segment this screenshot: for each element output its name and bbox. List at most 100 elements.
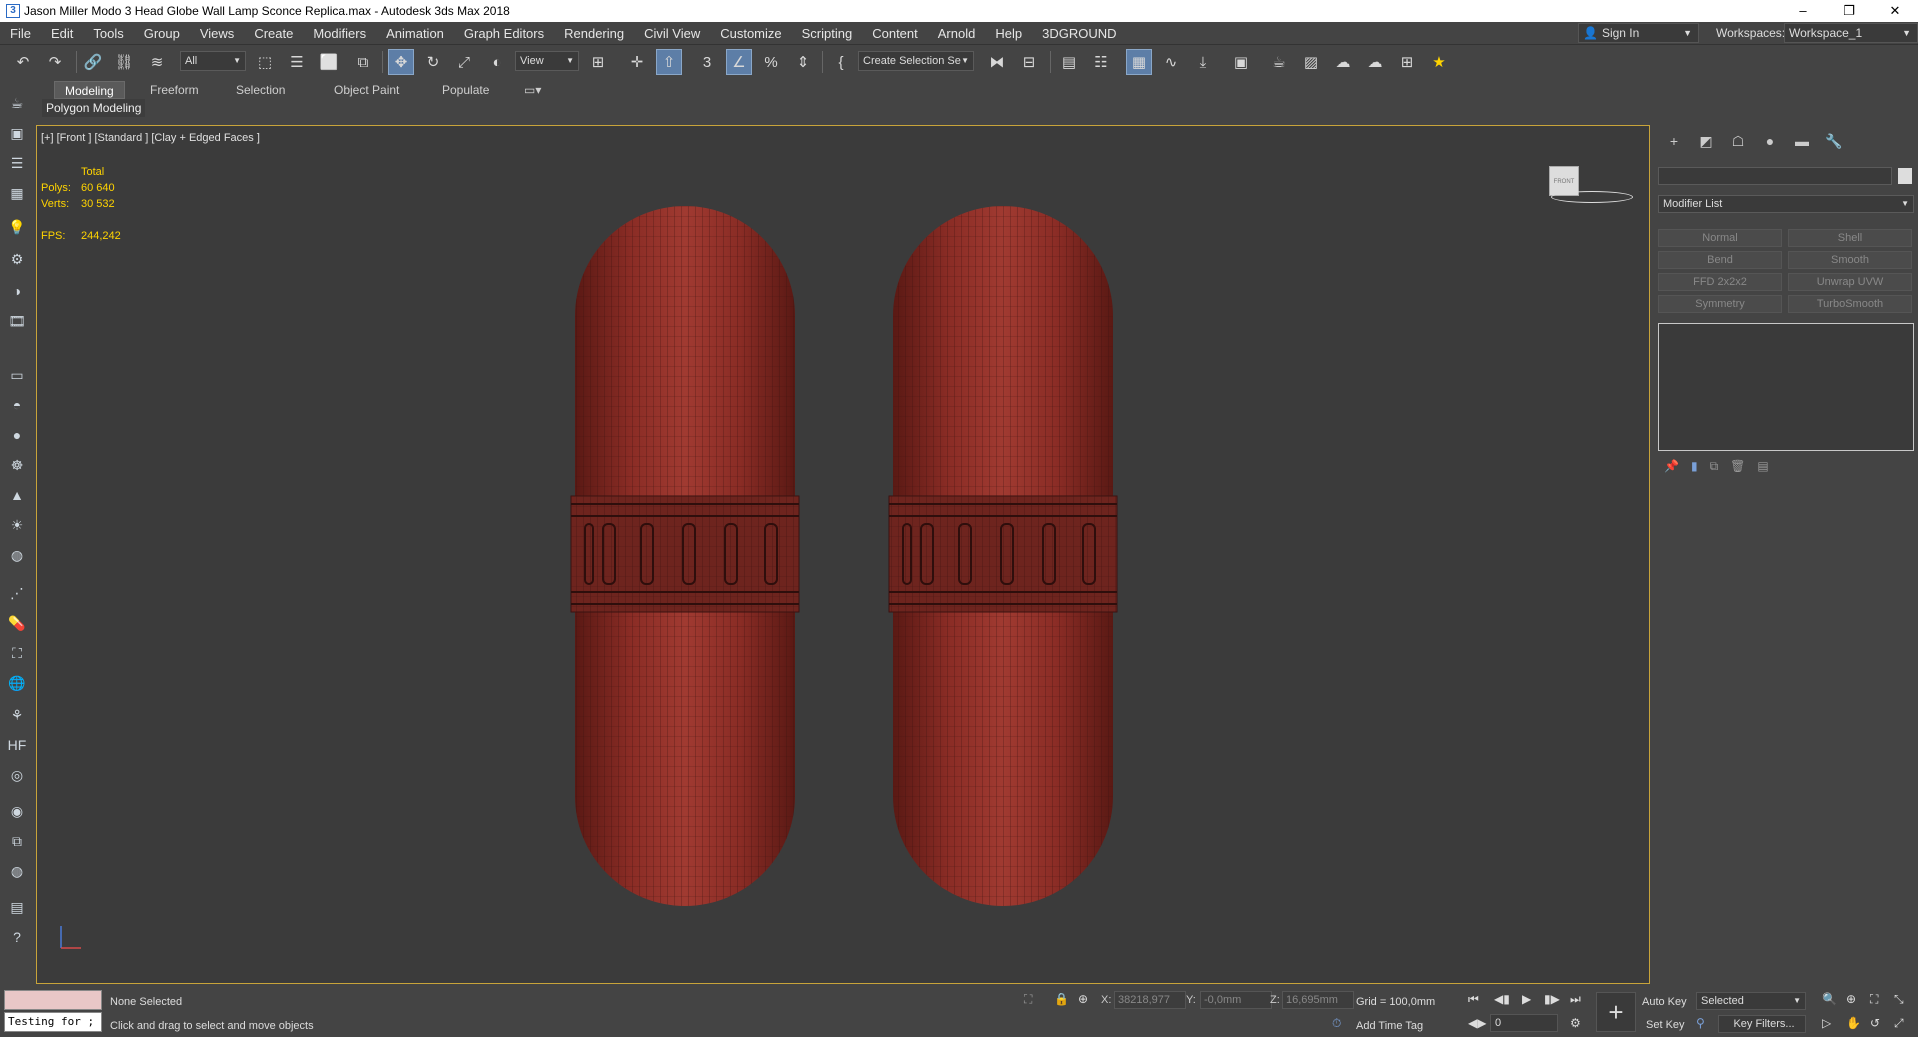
bone-icon[interactable]: ⛶ — [6, 642, 28, 664]
film-icon[interactable]: 🎞 — [6, 310, 28, 332]
tab-freeform[interactable]: Freeform — [140, 81, 209, 99]
sign-in-dropdown[interactable]: 👤 Sign In ▼ — [1578, 23, 1699, 43]
key-filter-icon[interactable]: ⚲ — [1696, 1016, 1705, 1030]
restore-button[interactable]: ❐ — [1826, 0, 1872, 22]
x-coordinate-field[interactable]: 38218,977 — [1114, 991, 1186, 1009]
polygon-modeling-panel[interactable]: Polygon Modeling — [42, 99, 146, 117]
edit-named-selection-icon[interactable]: { — [828, 49, 854, 75]
key-mode-toggle-icon[interactable]: ◀▶ — [1468, 1016, 1486, 1030]
modifier-list-dropdown[interactable]: Modifier List ▼ — [1658, 195, 1914, 213]
modifier-normal-button[interactable]: Normal — [1658, 229, 1782, 247]
select-manipulate-icon[interactable]: ✛ — [624, 49, 650, 75]
rotate-icon[interactable]: ↻ — [420, 49, 446, 75]
bind-space-warp-icon[interactable]: ≋ — [144, 49, 170, 75]
menu-modifiers[interactable]: Modifiers — [303, 26, 376, 41]
named-selection-dropdown[interactable]: Create Selection Se ▼ — [858, 51, 974, 71]
absolute-mode-icon[interactable]: ⊕ — [1078, 992, 1088, 1006]
menu-graph-editors[interactable]: Graph Editors — [454, 26, 554, 41]
grass-icon[interactable]: ⚘ — [6, 704, 28, 726]
modifier-smooth-button[interactable]: Smooth — [1788, 251, 1912, 269]
hierarchy-tab-icon[interactable]: ☖ — [1722, 133, 1754, 157]
render-activeshade-icon[interactable]: ⊞ — [1394, 49, 1420, 75]
material-editor-icon[interactable]: ▣ — [1228, 49, 1254, 75]
z-coordinate-field[interactable]: 16,695mm — [1282, 991, 1354, 1009]
globe-icon[interactable]: 🌐 — [6, 672, 28, 694]
cone-icon[interactable]: ▲ — [6, 484, 28, 506]
link-icon[interactable]: 🔗 — [80, 49, 106, 75]
key-mode-dropdown[interactable]: Selected ▼ — [1696, 992, 1806, 1010]
modifier-ffd-button[interactable]: FFD 2x2x2 — [1658, 273, 1782, 291]
menu-arnold[interactable]: Arnold — [928, 26, 986, 41]
scene-explorer-icon[interactable]: ▤ — [1056, 49, 1082, 75]
current-frame-spinner[interactable]: 0 — [1490, 1014, 1558, 1032]
mirror-icon[interactable]: ⧓ — [984, 49, 1010, 75]
tab-modeling[interactable]: Modeling — [54, 81, 125, 99]
go-to-end-icon[interactable]: ⏭ — [1570, 992, 1581, 1007]
move-icon[interactable]: ✥ — [388, 49, 414, 75]
render-icon[interactable]: ▣ — [6, 122, 28, 144]
teapot-icon[interactable]: ☕ — [6, 92, 28, 114]
redo-icon[interactable]: ↷ — [42, 49, 68, 75]
menu-content[interactable]: Content — [862, 26, 928, 41]
rect-selection-icon[interactable]: ⬜ — [316, 49, 342, 75]
next-frame-icon[interactable]: ▮▶ — [1544, 992, 1560, 1006]
create-tab-icon[interactable]: + — [1658, 133, 1690, 157]
isolate-selection-icon[interactable]: ⛶ — [1024, 992, 1032, 1007]
hair-icon[interactable]: ⋰ — [6, 582, 28, 604]
menu-group[interactable]: Group — [134, 26, 190, 41]
zoom-icon[interactable]: 🔍 — [1822, 992, 1837, 1006]
layer-explorer-icon[interactable]: ☷ — [1088, 49, 1114, 75]
maxscript-mini-listener[interactable]: Testing for ; — [4, 1012, 102, 1032]
render-iterative-icon[interactable]: ☁ — [1362, 49, 1388, 75]
maximize-viewport-icon[interactable]: ⤢ — [1894, 1016, 1904, 1031]
hair-fur-icon[interactable]: HF — [6, 734, 28, 756]
play-icon[interactable]: ▶ — [1522, 992, 1531, 1006]
menu-animation[interactable]: Animation — [376, 26, 454, 41]
select-by-name-icon[interactable]: ☰ — [284, 49, 310, 75]
sun-icon[interactable]: ☀ — [6, 514, 28, 536]
previous-frame-icon[interactable]: ◀▮ — [1494, 992, 1510, 1006]
make-unique-icon[interactable]: ⧉ — [1710, 459, 1719, 474]
zoom-extents-all-icon[interactable]: ⤡ — [1894, 992, 1904, 1007]
show-end-result-icon[interactable]: ▮ — [1691, 459, 1698, 474]
pill-icon[interactable]: 💊 — [6, 612, 28, 634]
zoom-all-icon[interactable]: ⊕ — [1846, 992, 1856, 1006]
ball-icon[interactable]: ◍ — [6, 544, 28, 566]
layers-icon[interactable]: ⧉ — [6, 830, 28, 852]
menu-customize[interactable]: Customize — [710, 26, 791, 41]
menu-edit[interactable]: Edit — [41, 26, 83, 41]
menu-3dground[interactable]: 3DGROUND — [1032, 26, 1126, 41]
camera-icon[interactable]: ⚙ — [6, 248, 28, 270]
minimize-button[interactable]: – — [1780, 0, 1826, 22]
rendered-frame-window-icon[interactable]: ▨ — [1298, 49, 1324, 75]
unlink-icon[interactable]: ⛓ — [111, 49, 137, 75]
workspace-dropdown[interactable]: Workspace_1 ▼ — [1784, 23, 1918, 43]
maxscript-listener-output[interactable] — [4, 990, 102, 1010]
percent-snap-icon[interactable]: % — [758, 49, 784, 75]
set-key-button[interactable]: Set Key — [1646, 1019, 1685, 1031]
configure-modifier-sets-icon[interactable]: ▤ — [1757, 459, 1768, 474]
menu-file[interactable]: File — [0, 26, 41, 41]
menu-create[interactable]: Create — [244, 26, 303, 41]
ribbon-options-icon[interactable]: ▭▾ — [514, 81, 551, 99]
field-of-view-icon[interactable]: ▷ — [1822, 1016, 1831, 1030]
help-icon[interactable]: ? — [6, 926, 28, 948]
pin-stack-icon[interactable]: 📌 — [1664, 459, 1679, 474]
set-key-big-icon[interactable]: + — [1596, 992, 1636, 1032]
pan-view-icon[interactable]: ✋ — [1846, 1016, 1861, 1030]
window-crossing-icon[interactable]: ⧉ — [350, 49, 376, 75]
menu-views[interactable]: Views — [190, 26, 244, 41]
grid-icon[interactable]: ▦ — [6, 182, 28, 204]
box-icon[interactable]: ▭ — [6, 364, 28, 386]
modifier-turbosmooth-button[interactable]: TurboSmooth — [1788, 295, 1912, 313]
placement-icon[interactable]: ◐ — [484, 49, 510, 75]
extra-tool-icon[interactable]: ★ — [1426, 49, 1452, 75]
menu-help[interactable]: Help — [985, 26, 1032, 41]
keyboard-shortcut-override-icon[interactable]: ⇧ — [656, 49, 682, 75]
menu-rendering[interactable]: Rendering — [554, 26, 634, 41]
go-to-start-icon[interactable]: ⏮ — [1468, 992, 1479, 1007]
object-name-field[interactable] — [1658, 167, 1892, 185]
curve-editor-icon[interactable]: ∿ — [1158, 49, 1184, 75]
modifier-stack[interactable] — [1658, 323, 1914, 451]
helper-icon[interactable]: ◑ — [6, 280, 28, 302]
